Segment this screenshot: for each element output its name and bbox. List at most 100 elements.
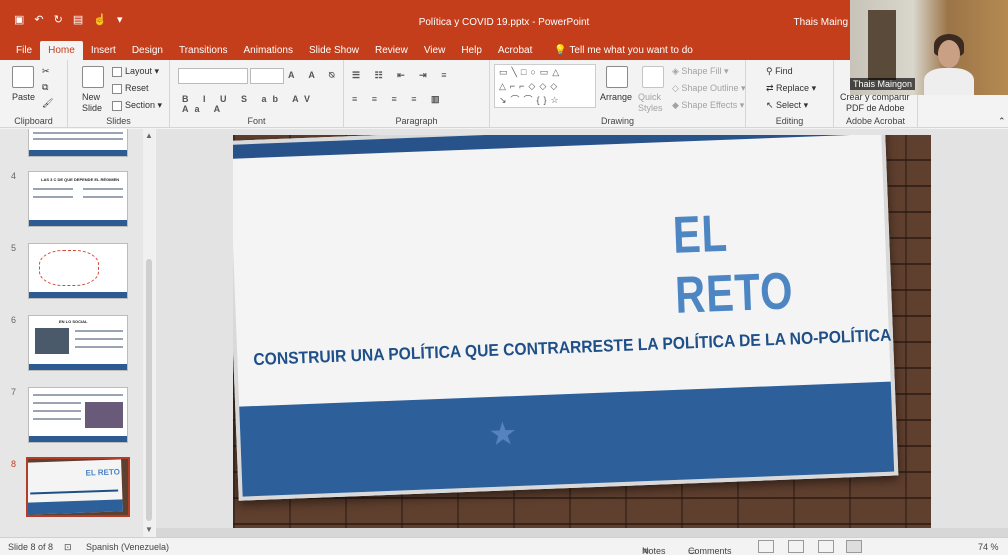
thumb-line	[83, 196, 123, 198]
thumb-line	[33, 138, 123, 140]
tab-slide-show[interactable]: Slide Show	[301, 45, 367, 60]
new-slide-icon[interactable]	[82, 66, 104, 88]
accessibility-icon[interactable]: ⊡	[64, 542, 72, 553]
thumbnail-7[interactable]	[28, 387, 128, 443]
thumbnail-title: EL RETO	[85, 467, 121, 478]
copy-icon[interactable]: ⧉	[42, 82, 48, 93]
arrange-icon[interactable]	[606, 66, 628, 88]
paragraph-label: Paragraph	[395, 116, 438, 126]
thumb-line	[75, 338, 123, 340]
reset-button[interactable]: Reset	[112, 83, 149, 94]
font-name-combo[interactable]	[178, 68, 248, 84]
shape-effects-button[interactable]: ◆ Shape Effects ▾	[672, 100, 744, 111]
cursor-icon: ↖	[766, 100, 777, 110]
layout-icon	[112, 66, 122, 77]
shape-outline-button[interactable]: ◇ Shape Outline ▾	[672, 83, 746, 94]
tab-insert[interactable]: Insert	[83, 45, 124, 60]
quick-styles-icon[interactable]	[642, 66, 664, 88]
shapes-gallery[interactable]: ▭╲□○▭△ △⌐⌐◇◇◇ ↘⌒⌒{}☆	[494, 64, 596, 108]
acrobat-label: Adobe Acrobat	[845, 116, 906, 126]
thumb-photo	[35, 328, 69, 354]
thumb-bar	[29, 436, 127, 442]
tab-animations[interactable]: Animations	[236, 45, 301, 60]
list-buttons[interactable]: ☰ ☷ ⇤ ⇥ ≡	[352, 70, 452, 81]
format-painter-icon[interactable]: 🖌	[42, 98, 53, 109]
card-bottom-band: ★	[239, 381, 895, 497]
thumbnail-number: 6	[11, 315, 17, 325]
language-indicator[interactable]: Spanish (Venezuela)	[86, 542, 169, 552]
thumb-photo	[85, 402, 123, 428]
thumb-line	[83, 188, 123, 190]
tab-design[interactable]: Design	[124, 45, 171, 60]
shape-fill-button[interactable]: ◈ Shape Fill ▾	[672, 66, 728, 77]
thumbnail-8-selected[interactable]: EL RETO	[26, 457, 130, 517]
tab-file[interactable]: File	[8, 45, 40, 60]
paste-icon[interactable]	[12, 66, 34, 88]
tab-transitions[interactable]: Transitions	[171, 45, 236, 60]
zoom-level[interactable]: 74 %	[978, 542, 999, 552]
tab-view[interactable]: View	[416, 45, 454, 60]
quick-styles-button[interactable]: Quick Styles	[638, 92, 668, 114]
shape-effects-label: Shape Effects	[681, 100, 738, 110]
slide-subtitle[interactable]: CONSTRUIR UNA POLÍTICA QUE CONTRARRESTE …	[253, 326, 892, 370]
align-buttons[interactable]: ≡ ≡ ≡ ≡ ▥	[352, 94, 446, 105]
select-label: Select	[776, 100, 802, 110]
tab-review[interactable]: Review	[367, 45, 416, 60]
shape-outline-label: Shape Outline	[681, 83, 739, 93]
tell-me-search[interactable]: 💡 Tell me what you want to do	[540, 45, 700, 60]
search-icon: ⚲	[766, 66, 776, 76]
collapse-ribbon-icon[interactable]: ⌃	[998, 116, 1006, 127]
select-button[interactable]: ↖ Select ▾	[766, 100, 808, 111]
arrange-button[interactable]: Arrange	[600, 92, 632, 102]
webcam-door	[868, 10, 896, 80]
reading-view-icon[interactable]	[818, 540, 834, 553]
section-button[interactable]: Section ▾	[112, 100, 162, 111]
slide-sorter-icon[interactable]	[788, 540, 804, 553]
current-slide[interactable]: EL RETO CONSTRUIR UNA POLÍTICA QUE CONTR…	[233, 135, 931, 528]
editing-label: Editing	[775, 116, 804, 126]
shape-fill-icon: ◈	[672, 66, 682, 76]
replace-icon: ⇄	[766, 83, 777, 93]
shape-effects-icon: ◆	[672, 100, 682, 110]
tab-help[interactable]: Help	[453, 45, 490, 60]
thumbnail-6[interactable]: EN LO SOCIAL	[28, 315, 128, 371]
cut-icon[interactable]: ✂	[42, 66, 50, 77]
font-label: Font	[247, 116, 266, 126]
scroll-up-icon[interactable]: ▲	[145, 131, 153, 140]
account-name[interactable]: Thais Maing	[794, 17, 848, 28]
thumb-line	[33, 394, 123, 396]
tab-acrobat[interactable]: Acrobat	[490, 45, 540, 60]
section-icon	[112, 100, 122, 111]
layout-button[interactable]: Layout ▾	[112, 66, 159, 77]
thumbnail-5[interactable]	[28, 243, 128, 299]
thumb-line	[33, 188, 73, 190]
font-size-buttons[interactable]: A A ⍉	[288, 70, 340, 81]
thumbnail-3[interactable]	[28, 129, 128, 157]
font-size-combo[interactable]	[250, 68, 284, 84]
slide-heading[interactable]: EL RETO	[672, 199, 846, 325]
slide-thumbnail-pane: 4 LAS 3 C DE QUE DEPENDE EL RÉGIMEN 5 6 …	[0, 129, 155, 537]
slideshow-view-icon[interactable]	[846, 540, 862, 553]
thumb-line	[33, 402, 81, 404]
star-icon: ★	[487, 415, 518, 453]
new-slide-button[interactable]: New Slide	[82, 92, 114, 114]
create-pdf-line2[interactable]: PDF de Adobe	[846, 103, 905, 113]
tab-home[interactable]: Home	[40, 41, 83, 60]
scrollbar-thumb[interactable]	[146, 259, 152, 521]
normal-view-icon[interactable]	[758, 540, 774, 553]
shape-outline-icon: ◇	[672, 83, 682, 93]
replace-button[interactable]: ⇄ Replace ▾	[766, 83, 816, 94]
thumbnail-number: 7	[11, 387, 17, 397]
find-button[interactable]: ⚲ Find	[766, 66, 793, 77]
card-top-band	[233, 135, 882, 159]
thumbnail-4[interactable]: LAS 3 C DE QUE DEPENDE EL RÉGIMEN	[28, 171, 128, 227]
scroll-down-icon[interactable]: ▼	[145, 525, 153, 534]
font-format-buttons[interactable]: B I U S ab AV Aa A	[182, 94, 343, 114]
status-bar: Slide 8 of 8 ⊡ Spanish (Venezuela) ≐ Not…	[0, 537, 1008, 555]
thumb-star-shape	[39, 250, 99, 286]
font-group: A A ⍉ B I U S ab AV Aa A Font	[170, 60, 344, 128]
thumb-line	[33, 196, 73, 198]
webcam-person	[938, 40, 960, 68]
paste-button[interactable]: Paste	[12, 92, 35, 102]
thumbnail-scrollbar[interactable]: ▲ ▼	[143, 129, 155, 537]
